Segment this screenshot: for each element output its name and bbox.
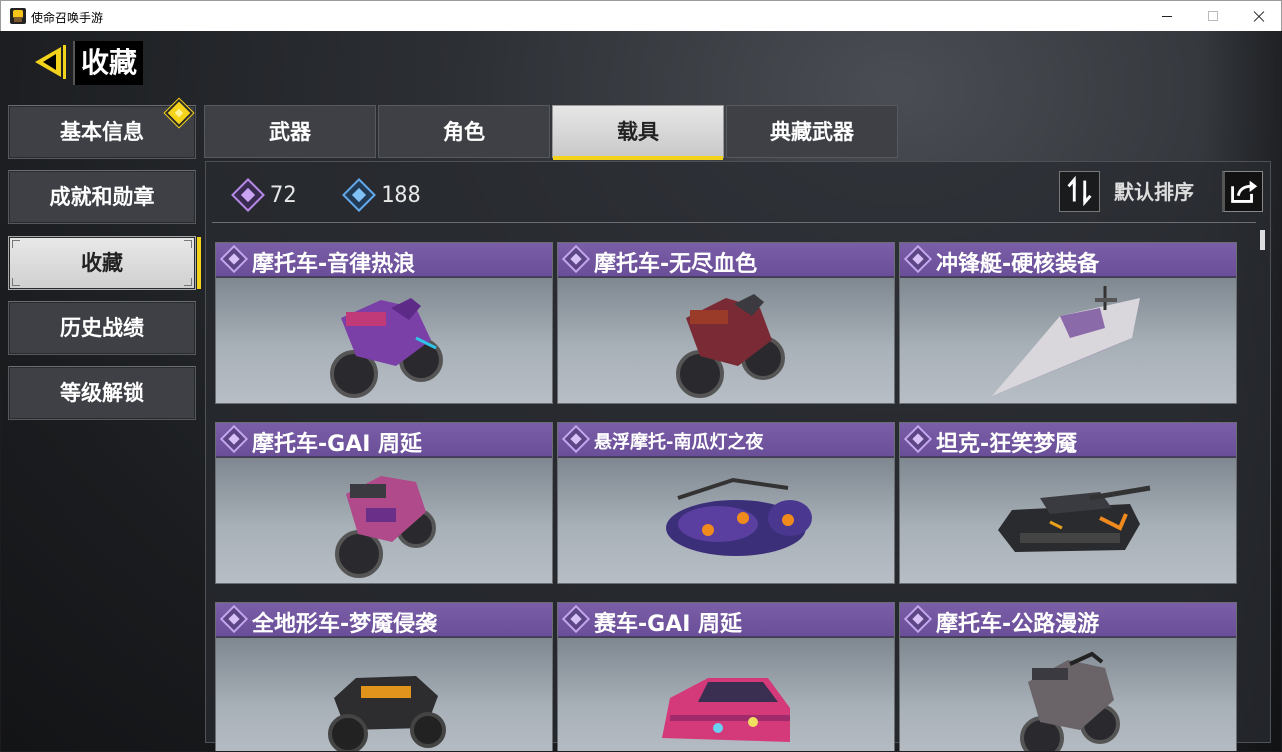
sidebar-item-history[interactable]: 历史战绩 bbox=[8, 301, 196, 355]
sidebar-item-achievements[interactable]: 成就和勋章 bbox=[8, 170, 196, 224]
purple-gem-icon bbox=[219, 604, 249, 634]
tab-label: 载具 bbox=[617, 120, 659, 144]
purple-gem-icon bbox=[561, 604, 591, 634]
tab-weapons[interactable]: 武器 bbox=[204, 105, 376, 158]
maximize-button[interactable] bbox=[1190, 1, 1236, 31]
tab-vehicles[interactable]: 载具 bbox=[552, 105, 724, 160]
vehicle-card[interactable]: 摩托车-公路漫游 bbox=[899, 602, 1237, 751]
collection-panel: 72 188 默认排序 摩托车-音律热浪 摩托车-无尽血色 冲锋艇-硬核装备 摩… bbox=[205, 161, 1271, 751]
vehicle-image bbox=[558, 638, 894, 751]
vehicle-image bbox=[216, 278, 552, 403]
tab-label: 典藏武器 bbox=[770, 120, 854, 144]
purple-gem-icon bbox=[903, 424, 933, 454]
purple-gem-icon bbox=[903, 244, 933, 274]
vehicle-image bbox=[900, 638, 1236, 751]
purple-stat: 72 bbox=[231, 178, 297, 212]
tab-label: 武器 bbox=[269, 120, 311, 144]
purple-count: 72 bbox=[270, 182, 297, 208]
sort-label[interactable]: 默认排序 bbox=[1114, 176, 1194, 205]
vehicle-card[interactable]: 冲锋艇-硬核装备 bbox=[899, 242, 1237, 404]
vehicle-name: 摩托车-GAI 周延 bbox=[252, 432, 423, 457]
vehicle-card[interactable]: 摩托车-无尽血色 bbox=[557, 242, 895, 404]
sidebar-item-label: 历史战绩 bbox=[60, 316, 144, 340]
vehicle-image bbox=[900, 458, 1236, 583]
purple-gem-icon bbox=[219, 244, 249, 274]
tab-collector-weapons[interactable]: 典藏武器 bbox=[726, 105, 898, 158]
back-arrow-icon[interactable] bbox=[31, 43, 69, 81]
blue-gem-icon bbox=[342, 178, 376, 212]
vehicle-card[interactable]: 悬浮摩托-南瓜灯之夜 bbox=[557, 422, 895, 584]
vehicle-image bbox=[216, 638, 552, 751]
vehicle-name: 全地形车-梦魇侵袭 bbox=[252, 612, 438, 637]
sidebar-item-label: 基本信息 bbox=[60, 120, 144, 144]
vehicle-name: 坦克-狂笑梦魇 bbox=[936, 432, 1078, 457]
vehicle-image bbox=[216, 458, 552, 583]
share-icon[interactable] bbox=[1222, 171, 1263, 212]
vehicle-name: 摩托车-音律热浪 bbox=[252, 252, 416, 277]
page-title: 收藏 bbox=[73, 41, 144, 85]
vehicle-name: 冲锋艇-硬核装备 bbox=[936, 252, 1100, 277]
vehicle-image bbox=[900, 278, 1236, 403]
sort-toggle-icon[interactable] bbox=[1059, 171, 1100, 212]
purple-gem-icon bbox=[219, 424, 249, 454]
purple-gem-icon bbox=[903, 604, 933, 634]
vehicle-name: 悬浮摩托-南瓜灯之夜 bbox=[594, 432, 764, 453]
window-titlebar: 使命召唤手游 bbox=[0, 0, 1282, 31]
blue-count: 188 bbox=[381, 182, 421, 208]
vehicle-name: 摩托车-公路漫游 bbox=[936, 612, 1100, 637]
purple-gem-icon bbox=[561, 424, 591, 454]
divider bbox=[212, 222, 1256, 223]
tab-label: 角色 bbox=[443, 120, 485, 144]
vehicle-card[interactable]: 全地形车-梦魇侵袭 bbox=[215, 602, 553, 751]
vehicle-card[interactable]: 赛车-GAI 周延 bbox=[557, 602, 895, 751]
sidebar-item-label: 成就和勋章 bbox=[49, 185, 155, 209]
game-screen: 收藏 基本信息 成就和勋章 收藏 历史战绩 等级解锁 武器 角色 载具 典藏武器… bbox=[1, 31, 1281, 751]
vehicle-card[interactable]: 坦克-狂笑梦魇 bbox=[899, 422, 1237, 584]
scrollbar[interactable] bbox=[1260, 230, 1265, 250]
vehicle-card[interactable]: 摩托车-音律热浪 bbox=[215, 242, 553, 404]
app-icon bbox=[10, 8, 26, 24]
vehicle-image bbox=[558, 458, 894, 583]
vehicle-name: 赛车-GAI 周延 bbox=[594, 612, 743, 637]
window-title: 使命召唤手游 bbox=[31, 11, 104, 25]
purple-gem-icon bbox=[561, 244, 591, 274]
sidebar-item-collection[interactable]: 收藏 bbox=[8, 236, 201, 290]
purple-gem-icon bbox=[231, 178, 265, 212]
tab-characters[interactable]: 角色 bbox=[378, 105, 550, 158]
minimize-button[interactable] bbox=[1144, 1, 1190, 31]
sidebar-item-label: 收藏 bbox=[81, 251, 123, 275]
close-button[interactable] bbox=[1236, 1, 1282, 31]
vehicle-card[interactable]: 摩托车-GAI 周延 bbox=[215, 422, 553, 584]
blue-stat: 188 bbox=[342, 178, 421, 212]
sidebar-item-level-unlock[interactable]: 等级解锁 bbox=[8, 366, 196, 420]
vehicle-name: 摩托车-无尽血色 bbox=[594, 252, 758, 277]
sidebar-item-label: 等级解锁 bbox=[60, 381, 144, 405]
vehicle-image bbox=[558, 278, 894, 403]
